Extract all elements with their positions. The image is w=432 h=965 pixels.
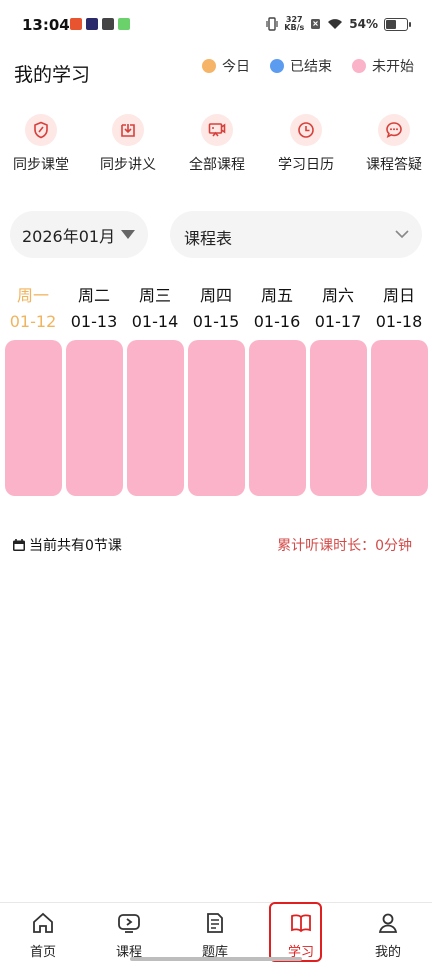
quick-sync-classroom[interactable]: 同步课堂 xyxy=(1,114,81,174)
legend-not-started: 未开始 xyxy=(352,56,414,76)
day-schedule-block[interactable] xyxy=(127,340,184,496)
net-speed-unit: KB/s xyxy=(284,23,305,32)
lesson-count: 当前共有0节课 xyxy=(12,535,122,555)
day-column[interactable]: 周五 01-16 xyxy=(249,282,305,331)
day-name: 周一 xyxy=(16,286,49,305)
quick-action-label: 同步讲义 xyxy=(100,157,156,173)
download-box-icon xyxy=(112,114,144,146)
status-bar: 13:04 327 KB/s 54% xyxy=(0,0,432,48)
nav-label: 首页 xyxy=(29,945,56,960)
day-date: 01-17 xyxy=(314,312,362,331)
quick-study-calendar[interactable]: 学习日历 xyxy=(266,114,346,174)
schedule-type-value: 课程表 xyxy=(184,229,233,248)
chevron-down-icon xyxy=(395,230,409,239)
net-speed: 327 KB/s xyxy=(284,16,304,32)
day-schedule-block[interactable] xyxy=(310,340,367,496)
app-notification-icon xyxy=(70,18,82,30)
month-value: 2026年01月 xyxy=(22,226,116,246)
day-schedule-block[interactable] xyxy=(66,340,123,496)
schedule-type-dropdown[interactable]: 课程表 xyxy=(170,211,422,258)
legend-ended: 已结束 xyxy=(270,56,332,76)
battery-percent: 54% xyxy=(349,17,378,31)
notification-icons xyxy=(70,18,130,30)
battery-icon xyxy=(384,17,411,31)
no-sim-icon xyxy=(311,19,321,29)
day-date: 01-18 xyxy=(375,312,423,331)
document-icon xyxy=(207,913,223,933)
day-column[interactable]: 周一 01-12 xyxy=(5,282,61,331)
app-notification-icon xyxy=(86,18,98,30)
day-name: 周三 xyxy=(138,286,171,305)
clock-icon xyxy=(290,114,322,146)
bottom-nav: 首页 课程 题库 学习 我的 xyxy=(0,902,432,965)
day-schedule-block[interactable] xyxy=(188,340,245,496)
day-date: 01-12 xyxy=(9,312,57,331)
home-indicator[interactable] xyxy=(130,957,302,961)
day-date: 01-15 xyxy=(192,312,240,331)
day-column[interactable]: 周四 01-15 xyxy=(188,282,244,331)
day-column[interactable]: 周三 01-14 xyxy=(127,282,183,331)
day-schedule-block[interactable] xyxy=(371,340,428,496)
day-name: 周四 xyxy=(199,286,232,305)
page-title: 我的学习 xyxy=(14,64,91,86)
quick-actions: 同步课堂 同步讲义 全部课程 学习日历 课程答疑 xyxy=(0,114,432,174)
day-column[interactable]: 周六 01-17 xyxy=(310,282,366,331)
nav-mine[interactable]: 我的 xyxy=(358,911,418,960)
quick-action-label: 课程答疑 xyxy=(366,157,422,173)
chat-bubble-icon xyxy=(378,114,410,146)
wifi-icon xyxy=(328,19,343,29)
quick-sync-handout[interactable]: 同步讲义 xyxy=(88,114,168,174)
day-column[interactable]: 周二 01-13 xyxy=(66,282,122,331)
legend-dot-not-started xyxy=(352,59,366,73)
home-icon xyxy=(33,912,53,933)
quick-course-qa[interactable]: 课程答疑 xyxy=(354,114,432,174)
app-notification-icon xyxy=(118,18,130,30)
status-indicators: 327 KB/s 54% xyxy=(266,16,411,32)
day-schedule-block[interactable] xyxy=(249,340,306,496)
day-column[interactable]: 周日 01-18 xyxy=(371,282,427,331)
day-schedule-block[interactable] xyxy=(5,340,62,496)
nav-home[interactable]: 首页 xyxy=(13,911,73,960)
legend-label: 今日 xyxy=(222,59,250,75)
day-date: 01-16 xyxy=(253,312,301,331)
nav-label: 我的 xyxy=(374,945,401,960)
nav-question-bank[interactable]: 题库 xyxy=(185,911,245,960)
legend-dot-ended xyxy=(270,59,284,73)
caret-down-icon xyxy=(121,230,136,239)
legend-label: 已结束 xyxy=(290,59,332,75)
legend-label: 未开始 xyxy=(372,59,414,75)
quick-action-label: 同步课堂 xyxy=(13,157,69,173)
status-legend: 今日 已结束 未开始 xyxy=(202,56,414,76)
shield-pen-icon xyxy=(25,114,57,146)
nav-courses[interactable]: 课程 xyxy=(99,911,159,960)
day-name: 周日 xyxy=(382,286,415,305)
day-name: 周六 xyxy=(321,286,354,305)
active-tab-highlight xyxy=(269,902,322,962)
quick-action-label: 学习日历 xyxy=(278,157,334,173)
quick-action-label: 全部课程 xyxy=(189,157,245,173)
lesson-count-text: 当前共有0节课 xyxy=(29,538,122,554)
user-icon xyxy=(378,913,398,933)
app-notification-icon xyxy=(102,18,114,30)
play-icon xyxy=(118,914,140,933)
day-name: 周五 xyxy=(260,286,293,305)
total-listen-time: 累计听课时长：0分钟 xyxy=(277,538,412,554)
calendar-icon xyxy=(13,539,25,551)
legend-today: 今日 xyxy=(202,56,250,76)
legend-dot-today xyxy=(202,59,216,73)
day-date: 01-13 xyxy=(70,312,118,331)
month-selector[interactable]: 2026年01月 xyxy=(10,211,148,258)
status-time: 13:04 xyxy=(22,16,70,34)
quick-all-courses[interactable]: 全部课程 xyxy=(177,114,257,174)
day-date: 01-14 xyxy=(131,312,179,331)
projector-icon xyxy=(201,114,233,146)
day-name: 周二 xyxy=(77,286,110,305)
vibrate-icon xyxy=(266,17,278,31)
